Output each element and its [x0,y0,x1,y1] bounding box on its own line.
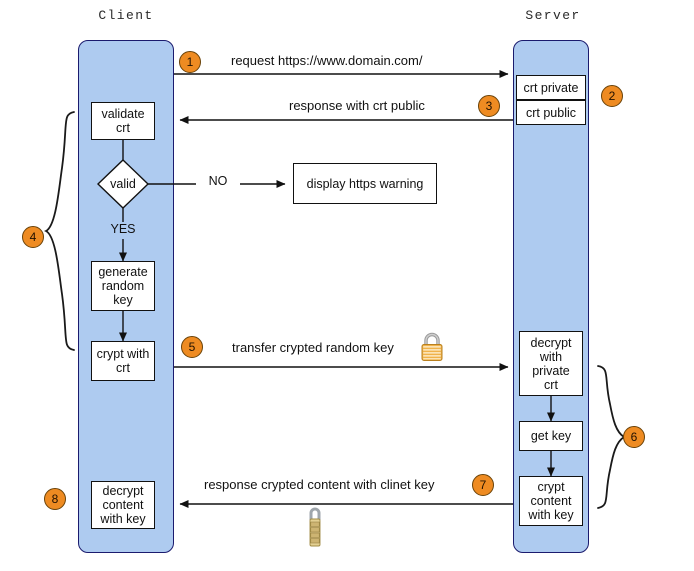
client-lane-title: Client [98,8,154,23]
client-box-crypt-with-crt-label: crypt with crt [96,347,150,375]
client-box-decrypt-content-with-key-label: decrypt content with key [100,484,146,526]
client-box-decrypt-content-with-key: decrypt content with key [91,481,155,529]
server-box-crt-public: crt public [516,100,586,125]
client-box-generate-random-key: generate random key [91,261,155,311]
badge-step-7: 7 [472,474,494,496]
badge-step-4: 4 [22,226,44,248]
server-box-get-key: get key [519,421,583,451]
badge-step-2: 2 [601,85,623,107]
client-decision-valid-label: valid [110,177,136,191]
message-label-transfer-key: transfer crypted random key [232,340,394,355]
message-label-response-content: response crypted content with clinet key [204,477,435,492]
server-box-crypt-content-with-key-label: crypt content with key [528,480,574,522]
client-decision-valid: valid [98,160,148,208]
client-box-crypt-with-crt: crypt with crt [91,341,155,381]
server-box-crypt-content-with-key: crypt content with key [519,476,583,526]
message-label-response-crt: response with crt public [289,98,425,113]
server-box-crt-private-label: crt private [523,80,579,95]
client-box-validate-crt-label: validate crt [101,107,145,135]
badge-step-6: 6 [623,426,645,448]
server-box-crt-private: crt private [516,75,586,100]
padlock-icon [417,330,447,364]
diagram-canvas: Client Server validate crt valid NO YES … [0,0,694,571]
server-lane-title: Server [525,8,581,23]
message-label-request: request https://www.domain.com/ [231,53,423,68]
server-box-get-key-label: get key [530,429,572,443]
server-box-crt-public-label: crt public [525,105,577,120]
badge-step-3: 3 [478,95,500,117]
combination-padlock-icon [303,502,327,550]
display-https-warning-box: display https warning [293,163,437,204]
server-box-decrypt-with-private-crt: decrypt with private crt [519,331,583,396]
badge-step-8: 8 [44,488,66,510]
badge-step-5: 5 [181,336,203,358]
client-box-validate-crt: validate crt [91,102,155,140]
server-box-decrypt-with-private-crt-label: decrypt with private crt [530,335,572,392]
brace-server-steps [597,365,626,509]
branch-label-yes: YES [110,222,136,236]
client-box-generate-random-key-label: generate random key [98,265,148,307]
brace-client-steps [43,111,75,351]
badge-step-1: 1 [179,51,201,73]
branch-label-no: NO [208,174,228,188]
display-https-warning-label: display https warning [306,176,424,191]
